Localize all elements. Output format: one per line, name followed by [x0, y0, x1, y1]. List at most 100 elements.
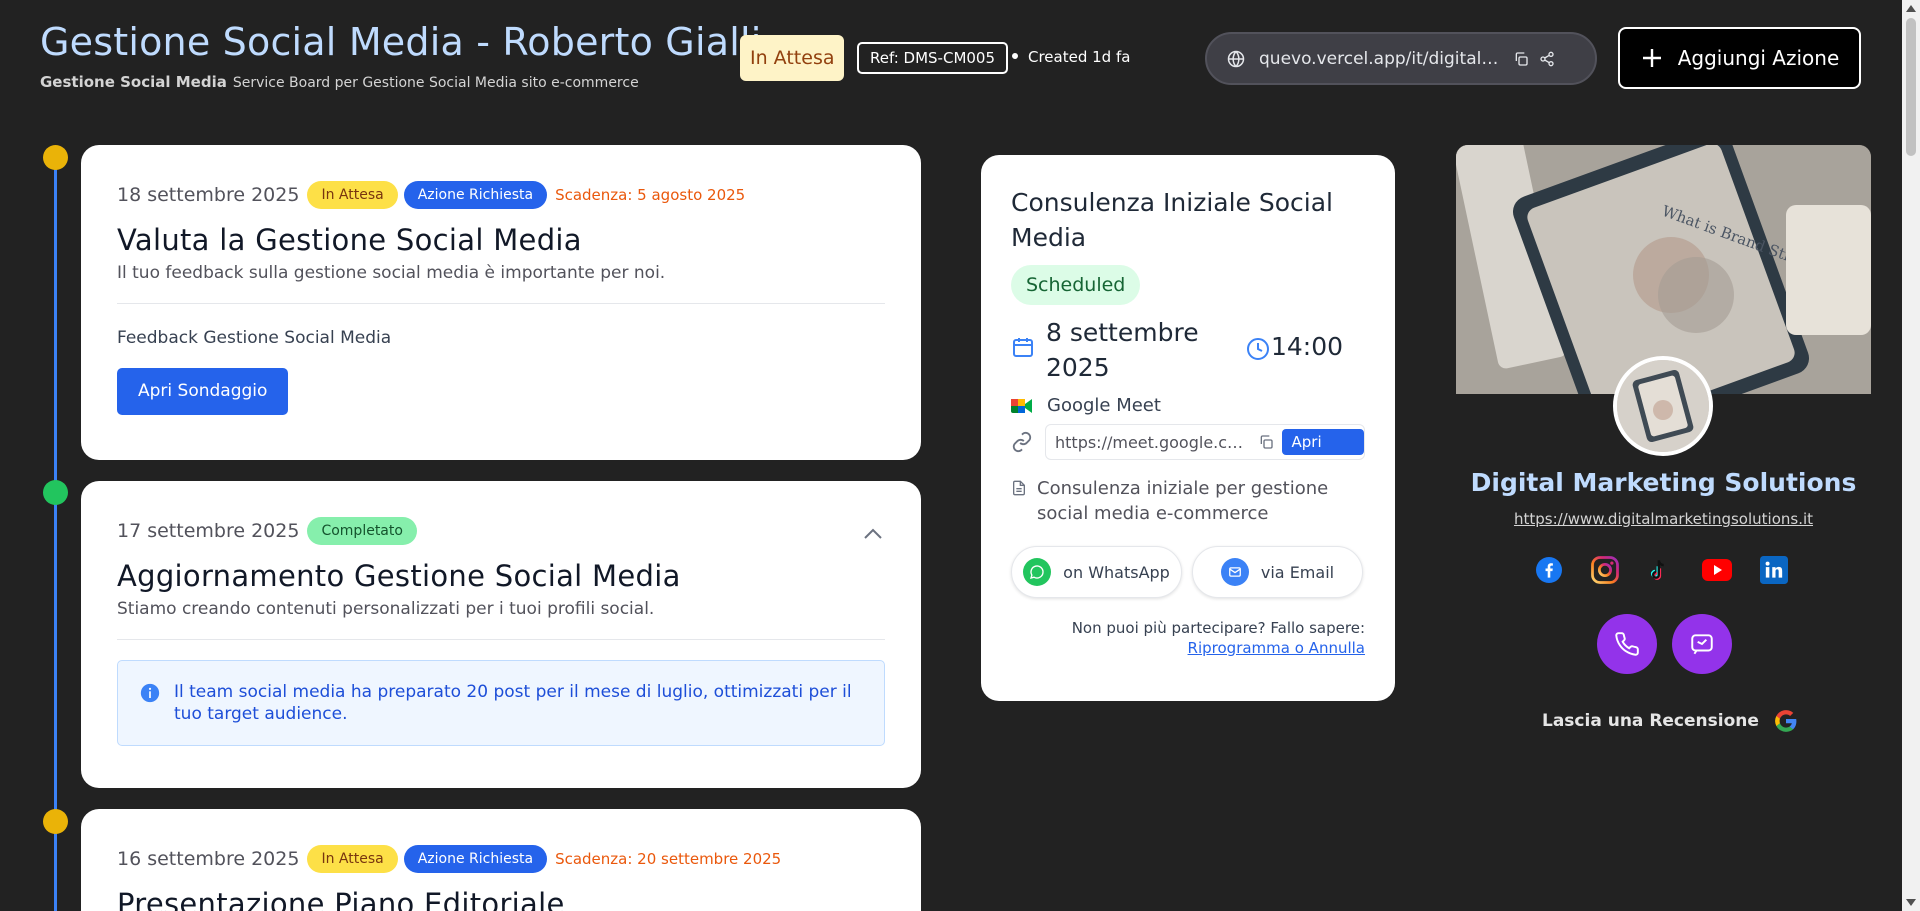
business-website-link[interactable]: https://www.digitalmarketingsolutions.it — [1456, 510, 1871, 528]
card-title: Aggiornamento Gestione Social Media — [117, 559, 681, 593]
meeting-link-box: https://meet.google.com/abc-defg-hij Apr… — [1045, 424, 1365, 477]
scroll-up-arrow[interactable] — [1906, 5, 1916, 12]
deadline-label: Scadenza: 20 settembre 2025 — [555, 850, 782, 868]
scroll-down-arrow[interactable] — [1906, 899, 1916, 906]
created-info: Created 1d fa — [1012, 48, 1130, 66]
info-message: Il team social media ha preparato 20 pos… — [117, 660, 885, 746]
share-icon[interactable] — [1539, 51, 1555, 67]
facebook-icon[interactable] — [1536, 557, 1562, 583]
scrollbar-thumb[interactable] — [1906, 18, 1916, 156]
meeting-platform-label: Google Meet — [1047, 395, 1161, 416]
timeline-line — [54, 157, 57, 911]
meeting-status-badge: Scheduled — [1011, 265, 1141, 305]
card-meta: 16 settembre 2025 In Attesa Azione Richi… — [117, 845, 885, 873]
meeting-link-url[interactable]: https://meet.google.com/abc-defg-hij — [1055, 433, 1246, 452]
whatsapp-button[interactable]: on WhatsApp — [1011, 546, 1182, 598]
email-button[interactable]: via Email — [1192, 546, 1363, 598]
phone-icon — [1614, 631, 1640, 657]
bullet-dot — [1012, 52, 1018, 59]
globe-icon — [1227, 50, 1245, 68]
info-text: Il team social media ha preparato 20 pos… — [174, 682, 852, 724]
copy-icon[interactable] — [1258, 434, 1274, 450]
reference-badge: Ref: DMS-CM005 — [857, 42, 1009, 74]
add-action-button[interactable]: Aggiungi Azione — [1618, 27, 1861, 89]
card-description: Stiamo creando contenuti personalizzati … — [117, 599, 655, 619]
mail-icon — [1220, 558, 1249, 586]
page-title: Gestione Social Media - Roberto Gialli — [40, 20, 762, 64]
timeline-card: 17 settembre 2025 Completato Aggiornamen… — [81, 481, 921, 788]
link-icon — [1011, 431, 1033, 453]
calendar-icon — [1011, 335, 1035, 363]
page-scrollbar[interactable] — [1902, 0, 1920, 911]
add-action-label: Aggiungi Azione — [1677, 46, 1840, 70]
timeline-dot-pending — [43, 145, 68, 170]
meeting-datetime: 8 settembre 2025 14:00 — [1011, 315, 1365, 385]
instagram-icon[interactable] — [1590, 555, 1620, 585]
deadline-label: Scadenza: 5 agosto 2025 — [555, 186, 746, 204]
status-badge: In Attesa — [740, 35, 845, 81]
status-badge: In Attesa — [307, 181, 398, 209]
meeting-footer-text: Non puoi più partecipare? Fallo sapere: — [1071, 619, 1365, 637]
card-date: 17 settembre 2025 — [117, 520, 300, 542]
reschedule-link[interactable]: Riprogramma o Annulla — [1188, 639, 1365, 657]
whatsapp-icon — [1023, 558, 1052, 586]
whatsapp-label: on WhatsApp — [1063, 562, 1170, 582]
copy-icon[interactable] — [1513, 51, 1529, 67]
created-label: Created 1d fa — [1028, 48, 1131, 66]
status-badge: In Attesa — [307, 845, 398, 873]
share-url-bar[interactable]: quevo.vercel.app/it/digital_marketing — [1205, 32, 1597, 85]
clock-icon — [1246, 337, 1270, 365]
business-contact-actions — [1597, 614, 1732, 674]
plus-icon — [1640, 46, 1664, 70]
subtitle-service: Gestione Social Media — [40, 73, 227, 91]
status-badge: Completato — [307, 517, 417, 545]
card-date: 16 settembre 2025 — [117, 848, 300, 870]
review-label: Lascia una Recensione — [1542, 711, 1759, 731]
survey-label: Feedback Gestione Social Media — [117, 328, 392, 348]
message-button[interactable] — [1672, 614, 1732, 674]
card-title: Presentazione Piano Editoriale — [117, 887, 565, 911]
google-meet-icon — [1011, 397, 1033, 415]
youtube-icon[interactable] — [1702, 559, 1732, 581]
card-date: 18 settembre 2025 — [117, 184, 300, 206]
chat-icon — [1689, 631, 1715, 657]
meeting-contact-buttons: on WhatsApp via Email — [1011, 546, 1365, 598]
info-icon — [140, 683, 160, 709]
meeting-platform: Google Meet — [1011, 395, 1365, 416]
card-meta: 18 settembre 2025 In Attesa Azione Richi… — [117, 181, 885, 209]
meeting-notes-text: Consulenza iniziale per gestione social … — [1037, 478, 1329, 524]
tiktok-icon[interactable] — [1648, 557, 1674, 583]
card-description: Il tuo feedback sulla gestione social me… — [117, 263, 666, 283]
meeting-link-row: https://meet.google.com/abc-defg-hij Apr… — [1011, 424, 1365, 477]
google-icon — [1773, 708, 1799, 734]
email-label: via Email — [1260, 562, 1335, 582]
document-icon — [1011, 479, 1027, 526]
linkedin-icon[interactable] — [1760, 556, 1788, 584]
timeline-dot-pending — [43, 809, 68, 834]
timeline-card: 16 settembre 2025 In Attesa Azione Richi… — [81, 809, 921, 911]
social-links — [1536, 555, 1788, 585]
open-link-button[interactable]: Apri Link — [1281, 429, 1364, 477]
meeting-title: Consulenza Iniziale Social Media — [1011, 188, 1333, 252]
meeting-date: 8 settembre 2025 — [1046, 318, 1199, 382]
open-survey-button[interactable]: Apri Sondaggio — [117, 368, 289, 415]
call-button[interactable] — [1597, 614, 1657, 674]
meeting-notes: Consulenza iniziale per gestione social … — [1011, 476, 1365, 526]
leave-review-link[interactable]: Lascia una Recensione — [1542, 708, 1799, 734]
card-meta: 17 settembre 2025 Completato — [117, 517, 885, 545]
meeting-footer: Non puoi più partecipare? Fallo sapere: … — [1011, 618, 1365, 658]
share-url-text: quevo.vercel.app/it/digital_marketing — [1259, 48, 1499, 69]
divider — [117, 639, 885, 640]
card-title: Valuta la Gestione Social Media — [117, 223, 582, 257]
timeline-dot-completed — [43, 480, 68, 505]
subtitle-description: Service Board per Gestione Social Media … — [232, 75, 639, 91]
divider — [117, 303, 885, 304]
action-required-badge: Azione Richiesta — [403, 845, 548, 873]
page-subtitle: Gestione Social Media Service Board per G… — [40, 72, 639, 91]
chevron-up-icon[interactable] — [861, 523, 885, 551]
business-name: Digital Marketing Solutions — [1470, 468, 1857, 497]
meeting-time: 14:00 — [1271, 332, 1344, 361]
business-avatar — [1613, 356, 1713, 456]
meeting-card: Consulenza Iniziale Social Media Schedul… — [981, 155, 1395, 701]
action-required-badge: Azione Richiesta — [403, 181, 548, 209]
